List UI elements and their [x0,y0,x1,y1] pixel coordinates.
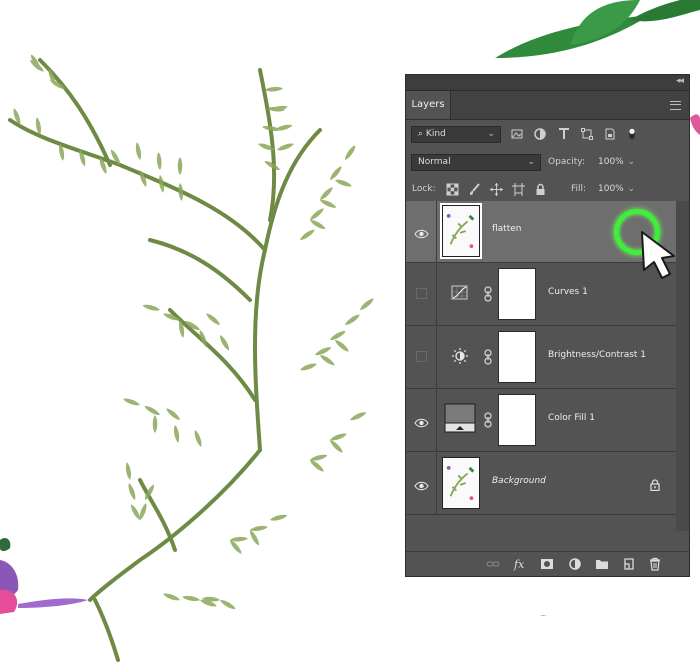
layer-name: Brightness/Contrast 1 [548,350,647,360]
lock-all-icon[interactable] [534,183,547,196]
fx-icon[interactable]: fx [513,557,527,571]
layers-panel: ◂◂ Layers ⌕ Kind ⌄ Normal ⌄ Opacity: 100… [405,74,690,577]
lock-icon[interactable] [650,476,660,492]
chevron-down-icon: ⌄ [487,129,495,139]
canvas-mark: ~ [540,611,547,620]
blend-mode-value: Normal [418,157,451,167]
image-filter-icon[interactable] [510,127,524,141]
layer-mask-thumbnail[interactable] [498,394,536,446]
purple-flower-decoration [0,537,88,614]
svg-text:fx: fx [513,558,525,571]
lock-label: Lock: [412,184,436,194]
curves-icon[interactable] [451,284,469,302]
opacity-field[interactable]: 100% ⌄ [591,154,641,171]
filter-kind-label: Kind [425,129,446,139]
lock-position-icon[interactable] [490,183,503,196]
lock-brush-icon[interactable] [468,183,481,196]
layer-row-brightness-contrast[interactable]: Brightness/Contrast 1 [406,327,676,389]
panel-collapse-strip[interactable]: ◂◂ [406,75,689,91]
new-adjustment-icon[interactable] [568,557,582,571]
link-layers-icon[interactable] [486,557,500,571]
blend-row: Normal ⌄ Opacity: 100% ⌄ [406,154,689,172]
lock-transparent-icon[interactable] [446,183,459,196]
layer-thumbnail[interactable] [440,203,482,259]
collapse-icon[interactable]: ◂◂ [676,76,684,86]
opacity-label: Opacity: [548,157,585,167]
visibility-toggle[interactable] [406,390,437,451]
filter-row: ⌕ Kind ⌄ [406,126,689,144]
layer-name: Curves 1 [548,287,588,297]
visibility-toggle[interactable] [406,453,437,514]
blend-mode-dropdown[interactable]: Normal ⌄ [411,154,541,171]
type-filter-icon[interactable] [557,127,571,141]
chevron-down-icon: ⌄ [627,157,635,167]
link-icon[interactable] [484,286,492,302]
fill-label: Fill: [571,184,587,194]
layer-row-color-fill[interactable]: Color Fill 1 [406,390,676,452]
panel-tabbar: Layers [406,91,689,120]
lock-artboard-icon[interactable] [512,183,525,196]
layer-mask-thumbnail[interactable] [498,268,536,320]
adjustment-filter-icon[interactable] [533,127,547,141]
link-icon[interactable] [484,349,492,365]
layer-mask-thumbnail[interactable] [498,331,536,383]
color-fill-icon[interactable] [444,402,476,434]
smart-object-filter-icon[interactable] [603,127,617,141]
lock-row: Lock: Fill: 100% ⌄ [406,181,689,199]
green-leaf-decoration [495,0,700,58]
layer-name: Color Fill 1 [548,413,595,423]
layer-thumbnail[interactable] [442,457,480,509]
visibility-toggle[interactable] [406,264,437,325]
new-layer-icon[interactable] [622,557,636,571]
brightness-contrast-icon[interactable] [451,347,469,365]
filter-kind-dropdown[interactable]: ⌕ Kind ⌄ [411,126,501,143]
link-icon[interactable] [484,412,492,428]
eye-icon[interactable] [414,477,429,491]
add-mask-icon[interactable] [540,557,554,571]
tab-layers[interactable]: Layers [406,91,451,119]
visibility-off-box[interactable] [416,351,427,362]
visibility-toggle[interactable] [406,201,437,262]
fill-field[interactable]: 100% ⌄ [591,181,641,198]
chevron-down-icon: ⌄ [527,157,535,167]
pointer-cursor-icon [641,231,675,279]
visibility-off-box[interactable] [416,288,427,299]
fill-value: 100% [598,184,624,194]
pink-flower-decoration [690,114,700,135]
filter-toggle-icon[interactable] [627,127,637,141]
layer-row-background[interactable]: Background [406,453,676,515]
layer-name: Background [492,476,546,486]
trash-icon[interactable] [648,557,662,571]
shape-filter-icon[interactable] [580,127,594,141]
visibility-toggle[interactable] [406,327,437,388]
panel-menu-icon[interactable] [670,101,681,110]
new-group-icon[interactable] [595,557,609,571]
layer-name: flatten [492,224,522,234]
chevron-down-icon: ⌄ [627,184,635,194]
eye-icon[interactable] [414,225,429,239]
opacity-value: 100% [598,157,624,167]
eye-icon[interactable] [414,414,429,428]
search-icon: ⌕ [418,129,424,139]
panel-bottom-toolbar: fx [406,551,689,576]
